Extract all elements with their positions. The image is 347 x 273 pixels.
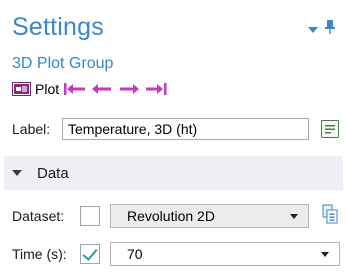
label-row: Label: Temperature, 3D (ht) xyxy=(12,118,309,140)
dataset-select[interactable]: Revolution 2D xyxy=(110,204,309,228)
dataset-label: Dataset: xyxy=(12,208,65,224)
collapse-caret-icon xyxy=(12,170,22,176)
next-icon[interactable] xyxy=(117,82,141,96)
dataset-selected-value: Revolution 2D xyxy=(127,208,215,224)
node-type-label: 3D Plot Group xyxy=(12,55,114,72)
label-input[interactable]: Temperature, 3D (ht) xyxy=(62,118,309,140)
data-section-header[interactable]: Data xyxy=(4,156,343,190)
previous-icon[interactable] xyxy=(90,82,114,96)
dropdown-arrow-icon xyxy=(290,213,298,219)
plot-icon xyxy=(12,82,31,96)
dataset-row: Dataset: Revolution 2D xyxy=(12,204,309,228)
last-icon[interactable] xyxy=(144,82,168,96)
plot-toolbar: Plot xyxy=(12,80,171,98)
time-label: Time (s): xyxy=(12,246,67,262)
edit-label-icon[interactable] xyxy=(318,117,342,141)
time-selected-value: 70 xyxy=(127,246,143,262)
go-to-source-icon[interactable] xyxy=(318,202,342,226)
dataset-checkbox[interactable] xyxy=(80,206,100,226)
dropdown-arrow-icon xyxy=(321,251,329,257)
pin-icon[interactable] xyxy=(325,20,335,39)
page-title: Settings xyxy=(12,13,104,41)
plot-button[interactable]: Plot xyxy=(12,81,59,97)
chevron-down-icon[interactable] xyxy=(308,26,318,33)
header-controls xyxy=(308,20,335,39)
plot-button-label: Plot xyxy=(35,81,60,97)
time-row: Time (s): 70 xyxy=(12,242,340,266)
label-field-label: Label: xyxy=(12,121,51,137)
section-title: Data xyxy=(37,164,69,182)
first-icon[interactable] xyxy=(63,82,87,96)
time-select[interactable]: 70 xyxy=(110,242,340,266)
time-checkbox[interactable] xyxy=(80,244,100,264)
